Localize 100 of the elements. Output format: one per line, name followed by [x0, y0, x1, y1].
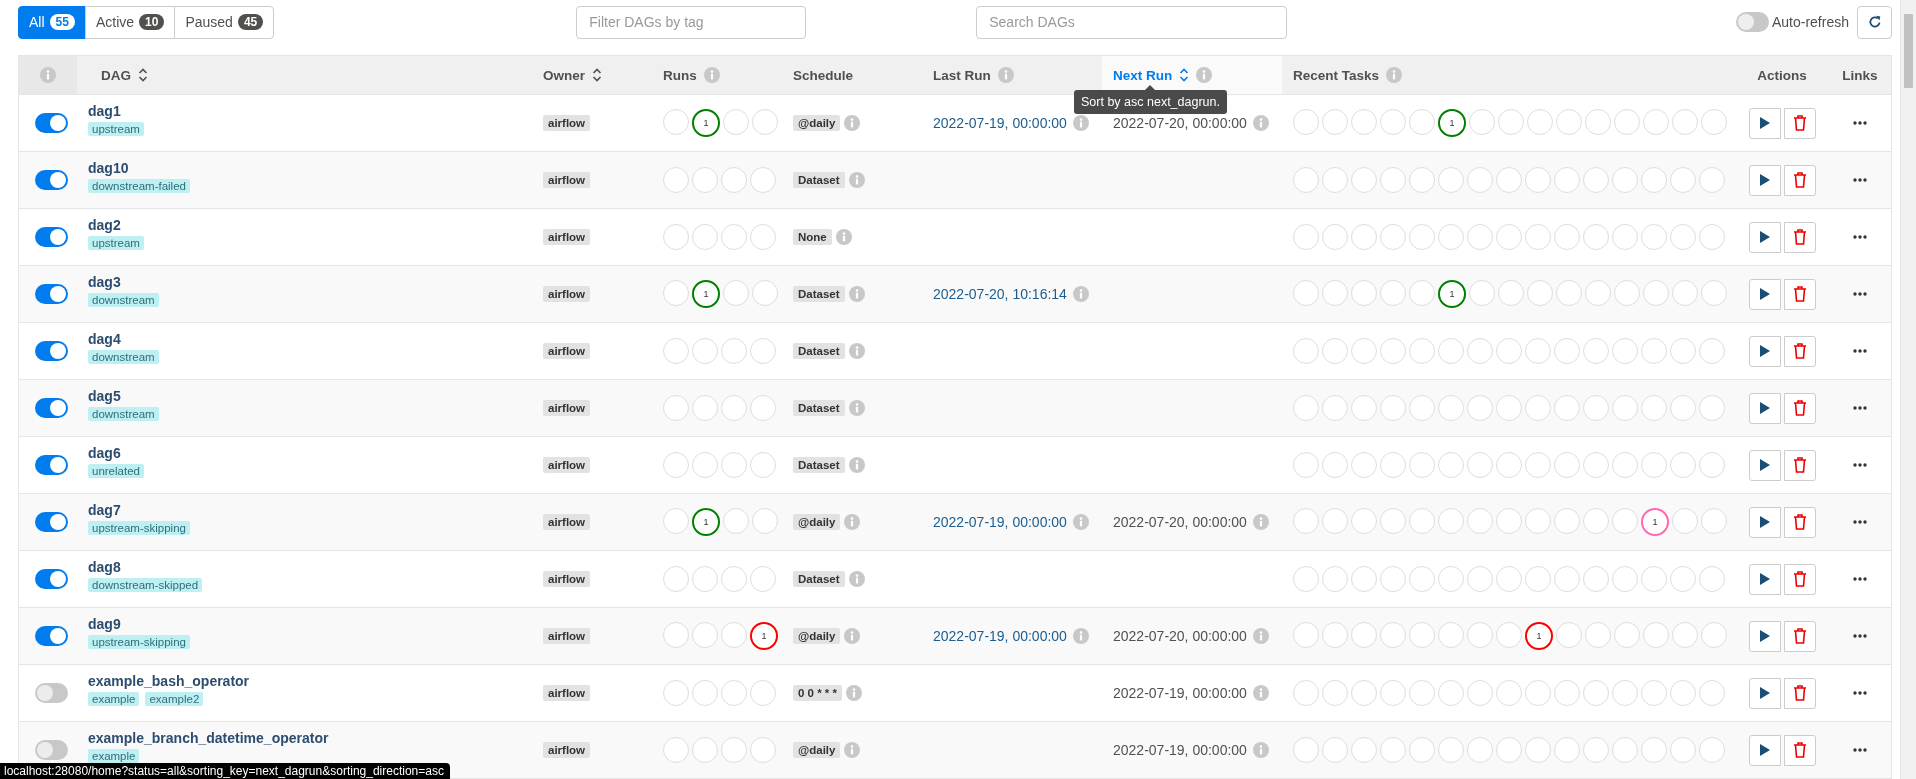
status-circle[interactable] — [663, 737, 689, 763]
status-circle[interactable] — [1467, 452, 1493, 478]
pause-toggle[interactable] — [35, 740, 68, 760]
status-circle[interactable] — [1496, 680, 1522, 706]
dag-name-link[interactable]: dag5 — [88, 388, 121, 404]
status-circle[interactable]: 1 — [750, 622, 778, 650]
delete-dag-button[interactable] — [1783, 449, 1816, 481]
status-circle[interactable] — [663, 338, 689, 364]
status-circle[interactable] — [1496, 395, 1522, 421]
auto-refresh-toggle[interactable] — [1735, 12, 1769, 32]
status-circle[interactable] — [1670, 167, 1696, 193]
status-circle[interactable] — [1351, 680, 1377, 706]
status-circle[interactable] — [663, 566, 689, 592]
status-circle[interactable] — [1641, 680, 1667, 706]
status-circle[interactable] — [1612, 566, 1638, 592]
status-circle[interactable] — [1614, 109, 1640, 135]
status-circle[interactable] — [1641, 395, 1667, 421]
status-circle[interactable] — [1409, 167, 1435, 193]
status-circle[interactable] — [1554, 224, 1580, 250]
status-circle[interactable] — [1409, 508, 1435, 534]
more-icon[interactable] — [1853, 748, 1867, 752]
status-circle[interactable] — [1351, 452, 1377, 478]
pause-toggle[interactable] — [35, 683, 68, 703]
status-circle[interactable] — [1641, 167, 1667, 193]
status-circle[interactable] — [1701, 508, 1727, 534]
tag-label[interactable]: downstream-skipped — [88, 578, 203, 592]
status-circle[interactable] — [1351, 566, 1377, 592]
status-circle[interactable] — [1496, 737, 1522, 763]
status-circle[interactable] — [1322, 338, 1348, 364]
delete-dag-button[interactable] — [1783, 107, 1816, 139]
tag-label[interactable]: downstream — [88, 350, 159, 364]
scrollbar[interactable] — [1900, 0, 1916, 779]
delete-dag-button[interactable] — [1783, 392, 1816, 424]
status-circle[interactable] — [1498, 280, 1524, 306]
pause-toggle[interactable] — [35, 113, 68, 133]
status-circle[interactable] — [750, 566, 776, 592]
pause-toggle[interactable] — [35, 341, 68, 361]
status-circle[interactable] — [1322, 566, 1348, 592]
more-icon[interactable] — [1853, 406, 1867, 410]
status-circle[interactable] — [1496, 622, 1522, 648]
status-circle[interactable] — [1554, 566, 1580, 592]
status-circle[interactable] — [723, 109, 749, 135]
status-circle[interactable] — [721, 338, 747, 364]
status-circle[interactable] — [1525, 566, 1551, 592]
status-circle[interactable] — [663, 395, 689, 421]
status-circle[interactable] — [1699, 224, 1725, 250]
status-circle[interactable] — [1438, 622, 1464, 648]
status-circle[interactable] — [1614, 622, 1640, 648]
last-run-link[interactable]: 2022-07-19, 00:00:00 — [933, 115, 1067, 131]
status-circle[interactable] — [1554, 167, 1580, 193]
tag-label[interactable]: example — [88, 749, 140, 763]
status-circle[interactable] — [721, 622, 747, 648]
more-icon[interactable] — [1853, 349, 1867, 353]
status-circle[interactable] — [752, 280, 778, 306]
status-circle[interactable] — [1409, 452, 1435, 478]
status-circle[interactable] — [1293, 566, 1319, 592]
status-circle[interactable] — [752, 508, 778, 534]
status-circle[interactable] — [1641, 452, 1667, 478]
status-circle[interactable] — [1612, 224, 1638, 250]
status-circle[interactable] — [1699, 167, 1725, 193]
trigger-dag-button[interactable] — [1748, 335, 1781, 367]
status-circle[interactable] — [1556, 280, 1582, 306]
filter-tab[interactable]: Active 10 — [84, 5, 176, 39]
status-circle[interactable] — [721, 167, 747, 193]
status-circle[interactable] — [750, 737, 776, 763]
status-circle[interactable] — [1699, 737, 1725, 763]
status-circle[interactable] — [1409, 395, 1435, 421]
dag-name-link[interactable]: dag10 — [88, 160, 129, 176]
status-circle[interactable] — [750, 452, 776, 478]
status-circle[interactable] — [1380, 680, 1406, 706]
status-circle[interactable] — [1293, 452, 1319, 478]
status-circle[interactable] — [1641, 224, 1667, 250]
status-circle[interactable] — [1583, 737, 1609, 763]
status-circle[interactable] — [1469, 109, 1495, 135]
status-circle[interactable] — [1670, 737, 1696, 763]
status-circle[interactable] — [721, 680, 747, 706]
status-circle[interactable] — [1641, 737, 1667, 763]
status-circle[interactable] — [1322, 280, 1348, 306]
status-circle[interactable] — [1699, 452, 1725, 478]
status-circle[interactable] — [1380, 452, 1406, 478]
more-icon[interactable] — [1853, 121, 1867, 125]
status-circle[interactable] — [1438, 566, 1464, 592]
status-circle[interactable] — [1351, 224, 1377, 250]
dag-name-link[interactable]: dag7 — [88, 502, 121, 518]
status-circle[interactable] — [1380, 566, 1406, 592]
pause-toggle[interactable] — [35, 398, 68, 418]
status-circle[interactable] — [723, 280, 749, 306]
sort-icon[interactable] — [592, 67, 602, 83]
trigger-dag-button[interactable] — [1748, 563, 1781, 595]
tag-label[interactable]: downstream-failed — [88, 179, 190, 193]
tag-label[interactable]: upstream — [88, 122, 144, 136]
status-circle[interactable] — [1643, 109, 1669, 135]
trigger-dag-button[interactable] — [1748, 620, 1781, 652]
status-circle[interactable] — [1699, 338, 1725, 364]
dag-name-link[interactable]: dag2 — [88, 217, 121, 233]
dag-name-link[interactable]: dag1 — [88, 103, 121, 119]
status-circle[interactable] — [663, 622, 689, 648]
status-circle[interactable] — [1583, 508, 1609, 534]
status-circle[interactable] — [1525, 680, 1551, 706]
status-circle[interactable] — [1672, 280, 1698, 306]
